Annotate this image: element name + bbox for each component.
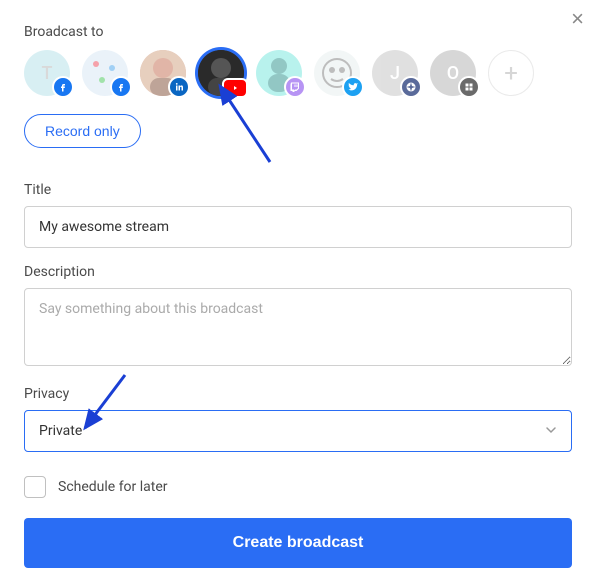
destination-row: T JO +: [24, 50, 572, 96]
youtube-icon: [222, 78, 248, 98]
facebook-icon: [52, 76, 74, 98]
destination-avatar[interactable]: [314, 50, 360, 96]
add-destination-button[interactable]: +: [488, 50, 534, 96]
destination-avatar[interactable]: [256, 50, 302, 96]
platform-icon: [400, 76, 422, 98]
broadcast-to-label: Broadcast to: [24, 24, 572, 40]
schedule-label: Schedule for later: [58, 479, 168, 495]
platform-icon: [458, 76, 480, 98]
twitter-icon: [342, 76, 364, 98]
destination-avatar[interactable]: [198, 50, 244, 96]
schedule-checkbox[interactable]: [24, 476, 46, 498]
facebook-icon: [110, 76, 132, 98]
privacy-label: Privacy: [24, 386, 572, 402]
chevron-down-icon: [545, 424, 557, 439]
create-broadcast-button[interactable]: Create broadcast: [24, 518, 572, 568]
privacy-select[interactable]: Private: [24, 410, 572, 452]
destination-avatar[interactable]: O: [430, 50, 476, 96]
description-label: Description: [24, 264, 572, 280]
linkedin-icon: [168, 76, 190, 98]
destination-avatar[interactable]: J: [372, 50, 418, 96]
destination-avatar[interactable]: [82, 50, 128, 96]
record-only-button[interactable]: Record only: [24, 114, 141, 148]
close-button[interactable]: ×: [571, 8, 584, 30]
destination-avatar[interactable]: T: [24, 50, 70, 96]
twitch-icon: [284, 76, 306, 98]
schedule-row: Schedule for later: [24, 476, 572, 498]
description-input[interactable]: [24, 288, 572, 366]
destination-avatar[interactable]: [140, 50, 186, 96]
privacy-value: Private: [39, 423, 82, 439]
title-input[interactable]: [24, 206, 572, 248]
title-label: Title: [24, 182, 572, 198]
